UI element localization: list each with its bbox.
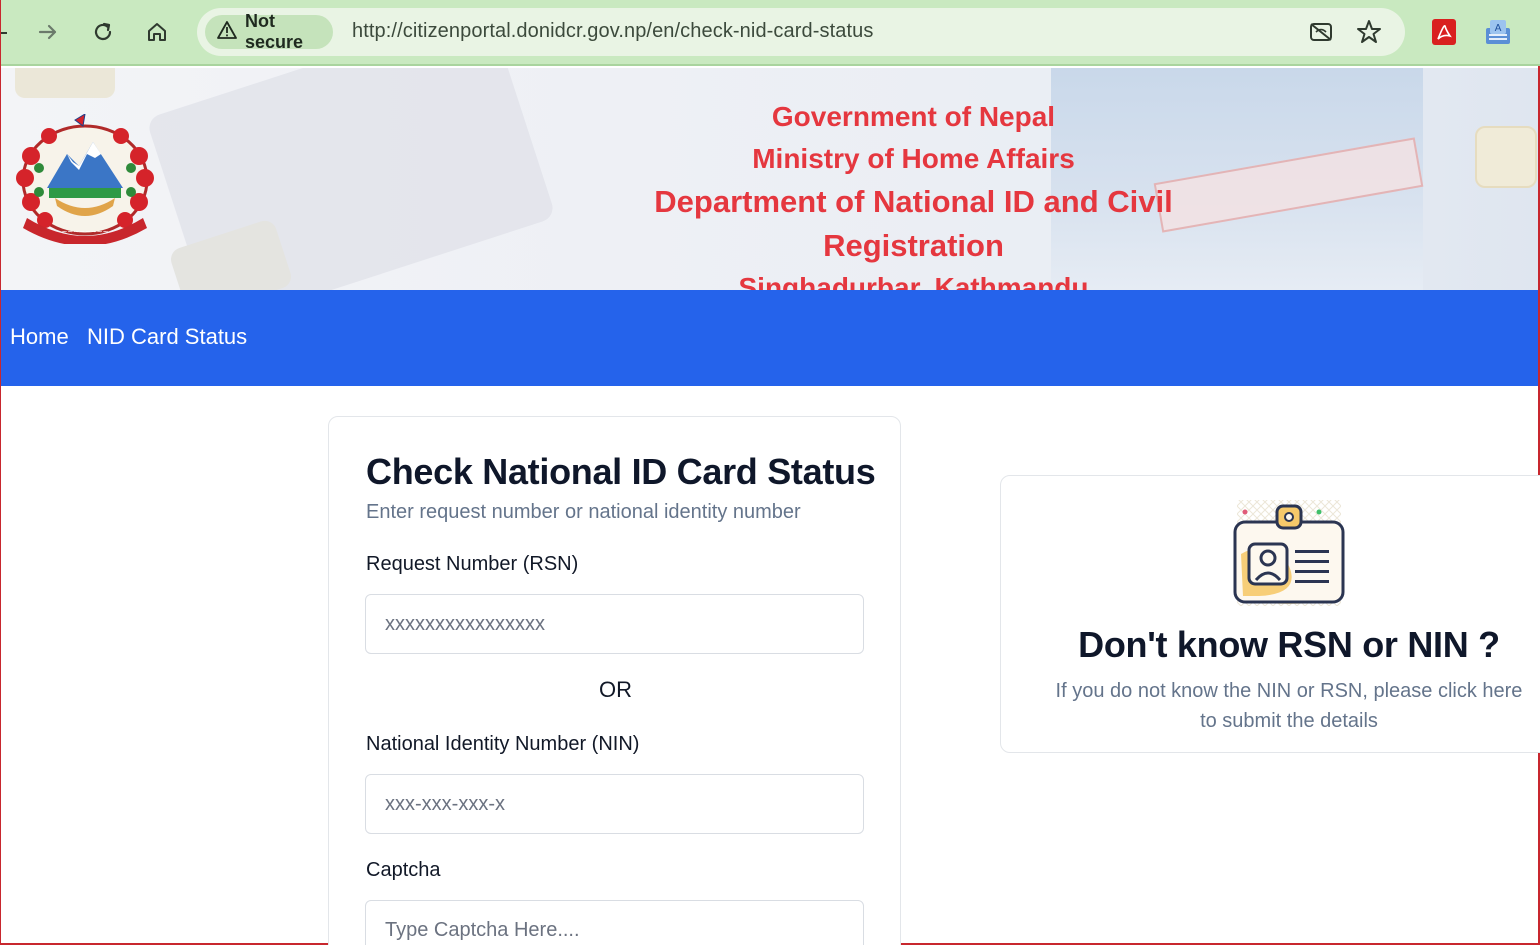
nin-input[interactable] [365, 774, 864, 834]
dont-know-rsn-card[interactable]: Don't know RSN or NIN ? If you do not kn… [1000, 475, 1540, 753]
nav-nid-card-status-link[interactable]: NID Card Status [87, 324, 247, 350]
check-status-form-card: Check National ID Card Status Enter requ… [328, 416, 901, 945]
nepal-emblem-logo: ~~~~~~~~ [9, 113, 161, 246]
header-banner: ~~~~~~~~ Government of Nepal Ministry of… [1, 68, 1538, 290]
warning-icon [217, 20, 237, 44]
rsn-input[interactable] [365, 594, 864, 654]
svg-text:A: A [1495, 23, 1502, 34]
reload-icon[interactable] [85, 14, 121, 50]
header-department: Department of National ID and Civil Regi… [654, 184, 1173, 263]
back-icon[interactable] [1, 26, 7, 38]
eye-off-icon[interactable] [1307, 18, 1335, 46]
form-subtitle: Enter request number or national identit… [366, 501, 801, 523]
pdf-extension-icon[interactable] [1429, 17, 1459, 47]
forward-icon[interactable] [30, 14, 66, 50]
star-icon[interactable] [1355, 18, 1383, 46]
url-text[interactable]: http://citizenportal.donidcr.gov.np/en/c… [352, 20, 873, 43]
security-label: Not secure [245, 11, 304, 52]
nin-label: National Identity Number (NIN) [366, 733, 640, 755]
main-navbar: Home NID Card Status [1, 290, 1538, 386]
captcha-input[interactable] [365, 900, 864, 945]
id-card-icon [1229, 498, 1349, 610]
header-ministry: Ministry of Home Affairs [752, 143, 1075, 174]
nav-home-link[interactable]: Home [10, 324, 69, 350]
rsn-label: Request Number (RSN) [366, 553, 579, 575]
home-icon[interactable] [139, 14, 175, 50]
help-description[interactable]: If you do not know the NIN or RSN, pleas… [1049, 676, 1529, 736]
header-location: Singhadurbar, Kathmandu [738, 272, 1089, 290]
svg-text:~~~~~~~~: ~~~~~~~~ [62, 228, 109, 236]
captcha-label: Captcha [366, 859, 441, 881]
security-indicator[interactable]: Not secure [205, 11, 333, 52]
header-government: Government of Nepal [771, 101, 1056, 132]
address-bar[interactable]: Not secure http://citizenportal.donidcr.… [197, 8, 1405, 56]
browser-toolbar: Not secure http://citizenportal.donidcr.… [1, 0, 1540, 66]
or-divider: OR [599, 677, 632, 702]
translate-extension-icon[interactable]: A [1483, 17, 1513, 47]
form-title: Check National ID Card Status [366, 451, 876, 492]
header-title-block: Government of Nepal Ministry of Home Aff… [561, 96, 1266, 290]
help-title: Don't know RSN or NIN ? [1078, 624, 1500, 665]
